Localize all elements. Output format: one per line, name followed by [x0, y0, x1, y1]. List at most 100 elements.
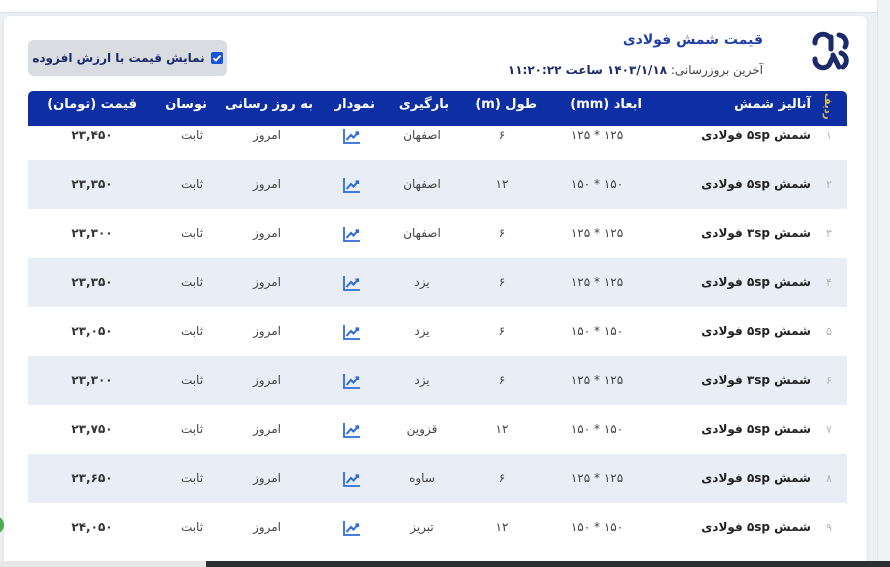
row-delivery: امروز — [253, 520, 281, 534]
row-loading: اصفهان — [403, 226, 441, 240]
row-index: ۵ — [826, 325, 832, 338]
row-index: ۴ — [826, 276, 832, 289]
row-fluctuation: ثابت — [180, 128, 204, 142]
row-chart-link[interactable] — [332, 258, 372, 307]
chart-line-icon — [343, 275, 360, 291]
row-name: شمش ۵sp فولادی — [701, 471, 811, 485]
row-chart-link[interactable] — [332, 209, 372, 258]
row-index: ۹ — [826, 521, 832, 534]
col-length: طول (m) — [475, 97, 537, 112]
row-dim: ۱۵۰ * ۱۵۰ — [570, 177, 624, 191]
row-chart-link[interactable] — [332, 503, 372, 552]
row-chart-link[interactable] — [332, 307, 372, 356]
row-loading: اصفهان — [403, 128, 441, 142]
row-loading: یزد — [414, 324, 430, 338]
row-name: شمش ۳sp فولادی — [701, 226, 811, 240]
top-bar — [0, 0, 878, 13]
col-price: قیمت (تومان) — [47, 97, 137, 112]
row-fluctuation: ثابت — [180, 471, 204, 485]
row-name: شمش ۵sp فولادی — [701, 128, 811, 142]
chart-line-icon — [343, 324, 360, 340]
row-dim: ۱۲۵ * ۱۲۵ — [570, 128, 624, 142]
row-chart-link[interactable] — [332, 111, 372, 160]
row-delivery: امروز — [253, 226, 281, 240]
row-loading: ساوه — [409, 471, 435, 485]
row-dim: ۱۲۵ * ۱۲۵ — [570, 373, 624, 387]
table-row[interactable]: ۸ شمش ۵sp فولادی ۱۲۵ * ۱۲۵ ۶ ساوه امروز ثابت ۲۳… — [28, 454, 847, 503]
col-fluctuation: نوسان — [165, 97, 207, 112]
price-card: قیمت شمش فولادی آخرین بروزرسانی: ۱۴۰۳/۱/… — [4, 16, 867, 567]
row-length: ۶ — [498, 226, 506, 240]
row-price: ۲۳,۳۵۰ — [71, 177, 113, 191]
vat-toggle-label: نمایش قیمت با ارزش افزوده — [32, 51, 205, 65]
row-fluctuation: ثابت — [180, 177, 204, 191]
table-row[interactable]: ۲ شمش ۵sp فولادی ۱۵۰ * ۱۵۰ ۱۲ اصفهان امروز ثاب… — [28, 160, 847, 209]
row-index: ۷ — [826, 423, 832, 436]
row-dim: ۱۵۰ * ۱۵۰ — [570, 324, 624, 338]
row-loading: یزد — [414, 373, 430, 387]
row-loading: اصفهان — [403, 177, 441, 191]
row-length: ۶ — [498, 471, 506, 485]
row-length: ۶ — [498, 128, 506, 142]
row-delivery: امروز — [253, 471, 281, 485]
row-chart-link[interactable] — [332, 454, 372, 503]
row-index: ۶ — [826, 374, 832, 387]
row-fluctuation: ثابت — [180, 422, 204, 436]
chart-line-icon — [343, 471, 360, 487]
row-index: ۳ — [826, 227, 832, 240]
vat-toggle-button[interactable]: نمایش قیمت با ارزش افزوده — [28, 40, 227, 76]
table-row[interactable]: ۹ شمش ۵sp فولادی ۱۵۰ * ۱۵۰ ۱۲ تبریز امروز ثابت… — [28, 503, 847, 552]
row-dim: ۱۵۰ * ۱۵۰ — [570, 520, 624, 534]
row-length: ۱۲ — [495, 422, 509, 436]
table-row[interactable]: ۱ شمش ۵sp فولادی ۱۲۵ * ۱۲۵ ۶ اصفهان امروز ثابت… — [28, 111, 847, 160]
row-loading: تبریز — [410, 520, 434, 534]
row-delivery: امروز — [253, 128, 281, 142]
row-price: ۲۳,۰۵۰ — [71, 324, 113, 338]
taskbar — [206, 561, 890, 567]
row-price: ۲۳,۶۵۰ — [71, 471, 113, 485]
row-price: ۲۳,۳۰۰ — [71, 373, 113, 387]
row-chart-link[interactable] — [332, 405, 372, 454]
row-dim: ۱۵۰ * ۱۵۰ — [570, 422, 624, 436]
checkmark-icon — [212, 54, 221, 62]
row-dim: ۱۲۵ * ۱۲۵ — [570, 226, 624, 240]
row-price: ۲۳,۴۵۰ — [71, 128, 113, 142]
row-fluctuation: ثابت — [180, 520, 204, 534]
row-chart-link[interactable] — [332, 160, 372, 209]
page-title: قیمت شمش فولادی — [622, 32, 763, 48]
row-name: شمش ۵sp فولادی — [701, 324, 811, 338]
chart-line-icon — [343, 128, 360, 144]
table-row[interactable]: ۴ شمش ۵sp فولادی ۱۲۵ * ۱۲۵ ۶ یزد امروز ثابت ۲۳,… — [28, 258, 847, 307]
last-updated-value: ۱۴۰۳/۱/۱۸ ساعت ۱۱:۲۰:۲۲ — [507, 63, 668, 77]
row-index: ۱ — [826, 129, 832, 142]
row-length: ۱۲ — [495, 177, 509, 191]
chart-line-icon — [343, 520, 360, 536]
table-row[interactable]: ۳ شمش ۳sp فولادی ۱۲۵ * ۱۲۵ ۶ اصفهان امروز ثابت… — [28, 209, 847, 258]
table-row[interactable]: ۷ شمش ۵sp فولادی ۱۵۰ * ۱۵۰ ۱۲ قزوین امروز ثابت… — [28, 405, 847, 454]
table-row[interactable]: ۶ شمش ۳sp فولادی ۱۲۵ * ۱۲۵ ۶ یزد امروز ثابت ۲۳,… — [28, 356, 847, 405]
row-delivery: امروز — [253, 373, 281, 387]
row-delivery: امروز — [253, 324, 281, 338]
row-length: ۶ — [498, 373, 506, 387]
page-scrollbar[interactable] — [877, 0, 890, 567]
col-chart: نمودار — [334, 97, 375, 112]
chart-line-icon — [343, 226, 360, 242]
chart-line-icon — [343, 422, 360, 438]
row-fluctuation: ثابت — [180, 275, 204, 289]
last-updated: آخرین بروزرسانی: ۱۴۰۳/۱/۱۸ ساعت ۱۱:۲۰:۲۲ — [508, 63, 763, 77]
table-row[interactable]: ۵ شمش ۵sp فولادی ۱۵۰ * ۱۵۰ ۶ یزد امروز ثابت ۲۳,… — [28, 307, 847, 356]
vat-checkbox[interactable] — [210, 52, 223, 64]
row-index: ۲ — [826, 178, 832, 191]
row-price: ۲۳,۷۵۰ — [71, 422, 113, 436]
col-dim: ابعاد (mm) — [570, 97, 642, 112]
col-name: آنالیز شمش — [734, 97, 811, 112]
row-price: ۲۴,۰۵۰ — [71, 520, 113, 534]
row-delivery: امروز — [253, 275, 281, 289]
row-chart-link[interactable] — [332, 356, 372, 405]
row-fluctuation: ثابت — [180, 226, 204, 240]
row-index: ۸ — [826, 472, 832, 485]
row-loading: قزوین — [406, 422, 438, 436]
row-name: شمش ۵sp فولادی — [701, 275, 811, 289]
col-loading: بارگیری — [398, 97, 449, 112]
row-price: ۲۳,۳۵۰ — [71, 275, 113, 289]
